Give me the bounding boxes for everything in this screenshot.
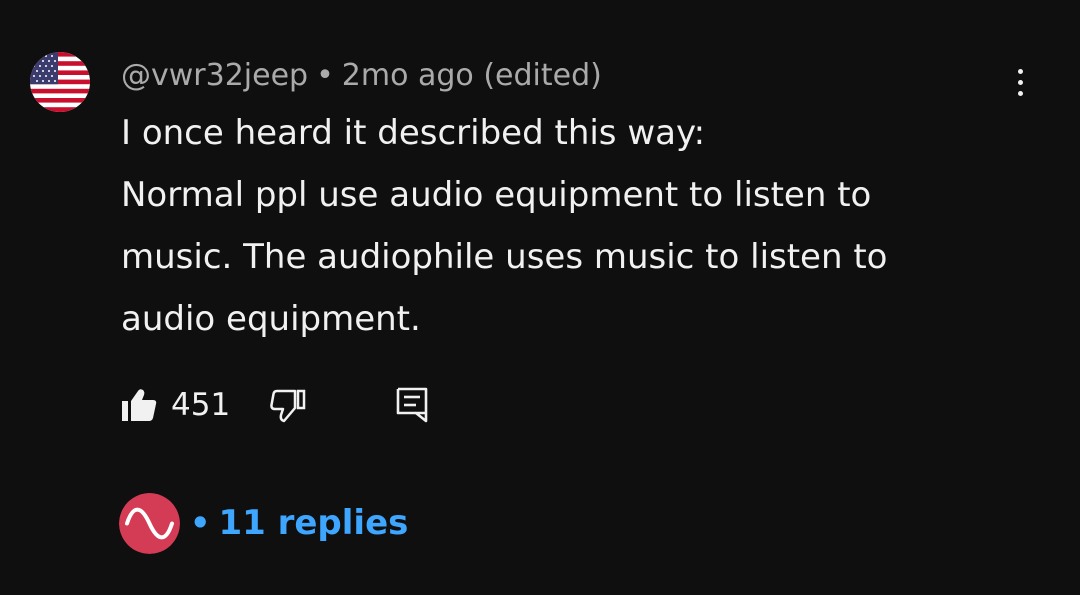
comment-time: 2mo ago (edited) bbox=[341, 58, 602, 93]
view-replies-button[interactable]: • 11 replies bbox=[119, 492, 408, 554]
comment-meta: @vwr32jeep • 2mo ago (edited) bbox=[121, 54, 602, 98]
dislike-button[interactable] bbox=[268, 383, 308, 427]
replies-separator: • bbox=[190, 504, 211, 542]
us-flag-icon bbox=[30, 52, 90, 112]
author-handle[interactable]: @vwr32jeep bbox=[121, 58, 308, 93]
comment-line: music. The audiophile uses music to list… bbox=[121, 237, 888, 277]
comment-text: I once heard it described this way: Norm… bbox=[121, 102, 1021, 350]
like-count: 451 bbox=[171, 387, 231, 423]
thumbs-up-icon bbox=[122, 389, 157, 421]
like-button[interactable] bbox=[119, 383, 159, 427]
comment-thread: @vwr32jeep • 2mo ago (edited) I once heard… bbox=[0, 0, 1080, 595]
comment-line: I once heard it described this way: bbox=[121, 113, 706, 153]
thumbs-down-icon bbox=[270, 389, 306, 423]
comment-icon bbox=[396, 387, 428, 423]
comment-line: audio equipment. bbox=[121, 299, 421, 339]
more-options-button[interactable] bbox=[1000, 60, 1040, 104]
reply-button[interactable] bbox=[392, 383, 432, 427]
replies-count[interactable]: 11 replies bbox=[218, 503, 408, 543]
creator-avatar bbox=[119, 492, 180, 554]
author-avatar[interactable] bbox=[30, 52, 90, 112]
comment-actions: 451 bbox=[119, 383, 432, 427]
wave-icon bbox=[119, 492, 180, 554]
more-vertical-icon bbox=[1017, 68, 1023, 96]
meta-separator: • bbox=[316, 58, 334, 93]
comment-line: Normal ppl use audio equipment to listen… bbox=[121, 175, 872, 215]
